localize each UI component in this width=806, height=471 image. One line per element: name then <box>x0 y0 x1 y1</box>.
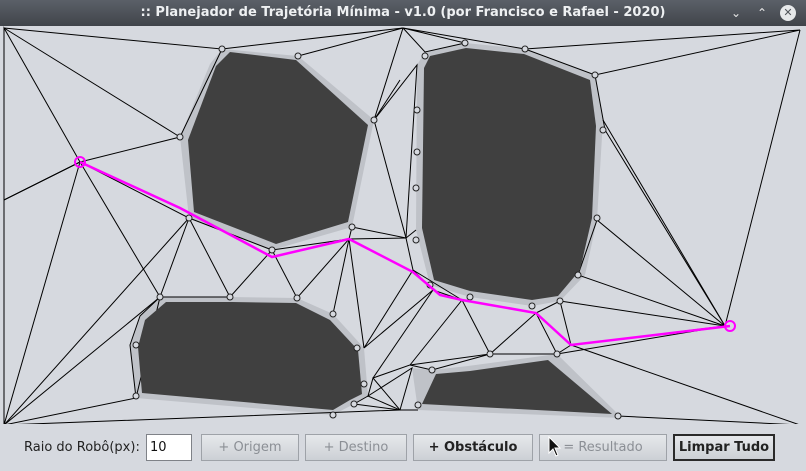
toolbar: Raio do Robô(px): + Origem + Destino + O… <box>0 428 806 471</box>
mouse-cursor-icon <box>548 436 562 457</box>
robot-radius-input[interactable] <box>146 434 192 461</box>
add-destination-button[interactable]: + Destino <box>305 434 407 461</box>
add-origin-button[interactable]: + Origem <box>201 434 299 461</box>
clear-all-button[interactable]: Limpar Tudo <box>673 434 775 461</box>
add-obstacle-button[interactable]: + Obstáculo <box>413 434 533 461</box>
minimize-icon[interactable]: ⌄ <box>728 5 744 21</box>
close-icon[interactable]: ✕ <box>780 5 796 21</box>
maximize-icon[interactable]: ⌃ <box>754 5 770 21</box>
obstacle-1 <box>188 52 368 244</box>
robot-radius-label: Raio do Robô(px): <box>24 440 140 455</box>
obstacle-2 <box>422 48 596 300</box>
window-title: :: Planejador de Trajetória Mínima - v1.… <box>140 5 666 20</box>
title-bar[interactable]: :: Planejador de Trajetória Mínima - v1.… <box>0 0 806 26</box>
roadmap-edges <box>3 26 801 424</box>
app-window: :: Planejador de Trajetória Mínima - v1.… <box>0 0 806 471</box>
planning-canvas[interactable] <box>0 26 806 424</box>
